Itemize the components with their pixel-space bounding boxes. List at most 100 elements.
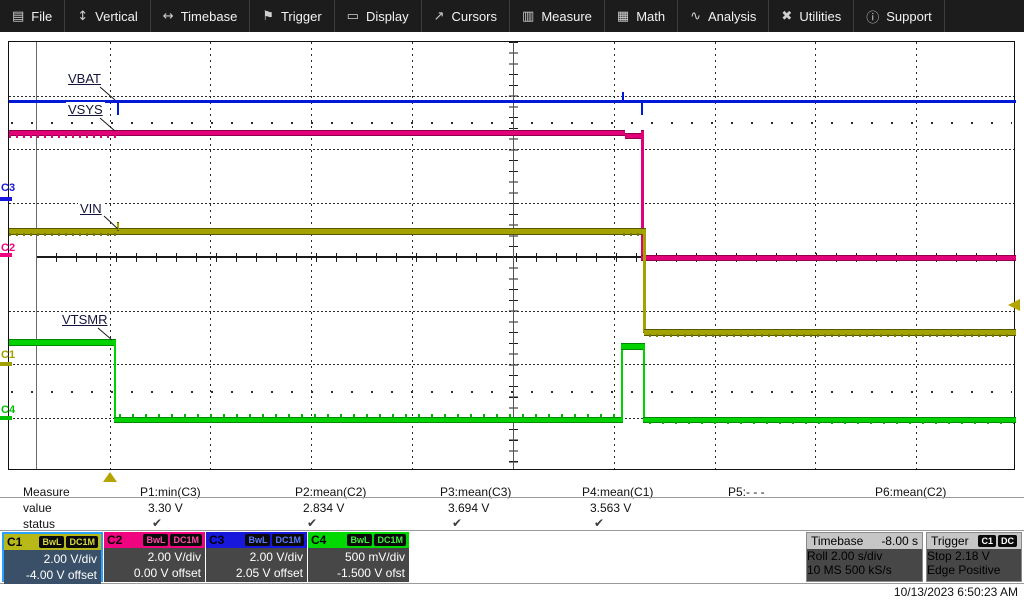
measure-p4-status: ✔	[594, 516, 604, 530]
measure-p1-status: ✔	[152, 516, 162, 530]
trigger-level-marker[interactable]	[1008, 299, 1020, 311]
channel-marker-label-c1: C1	[1, 349, 15, 361]
menu-bar: ▤ File ↕ Vertical ↔ Timebase ⚑ Trigger ▭ Disp…	[0, 0, 1024, 32]
analysis-icon: ∿	[690, 9, 701, 24]
measure-p3-status: ✔	[452, 516, 462, 530]
menu-item-utilities[interactable]: ✖Utilities	[769, 0, 854, 32]
center-vertical-axis	[513, 42, 514, 469]
menu-item-trigger[interactable]: ⚑ Trigger	[250, 0, 334, 32]
vertical-icon: ↕	[77, 9, 88, 24]
file-icon: ▤	[12, 9, 24, 24]
channel-offset-marker-c3[interactable]	[0, 197, 12, 201]
waveform-display-area: VBAT VSYS VIN VTSMR C3 C2 C1 C4	[0, 32, 1024, 482]
display-icon: ▭	[347, 9, 359, 24]
support-icon: ⓘ	[866, 7, 879, 26]
channel-offset: -1.500 V ofst	[312, 565, 405, 581]
menu-item-display[interactable]: ▭ Display	[335, 0, 422, 32]
channel-box-c1[interactable]: C1 BwL DC1M 2.00 V/div -4.00 V offset	[2, 532, 103, 582]
graticule	[8, 41, 1015, 470]
channel-box-c2[interactable]: C2 BwL DC1M 2.00 V/div 0.00 V offset	[104, 532, 205, 582]
measure-p2-value: 2.834 V	[303, 501, 344, 515]
menu-item-label: Utilities	[799, 9, 841, 24]
timebase-icon: ↔	[163, 9, 174, 24]
menu-item-cursors[interactable]: ↗Cursors	[422, 0, 510, 32]
menu-item-label: Display	[366, 9, 409, 24]
menu-item-file[interactable]: ▤ File	[0, 0, 65, 32]
menu-item-label: Vertical	[95, 9, 138, 24]
timebase-position: -8.00 s	[881, 534, 918, 548]
channel-offset-marker-c1[interactable]	[0, 362, 12, 366]
measure-p1-value: 3.30 V	[148, 501, 183, 515]
cursor-line[interactable]	[36, 42, 37, 469]
channel-scale: 500 mV/div	[312, 549, 405, 565]
bandwidth-limit-badge: BwL	[347, 534, 372, 546]
menu-item-label: Timebase	[181, 9, 238, 24]
trace-vsys-noise	[9, 135, 119, 138]
timebase-sample-rate: 500 kS/s	[845, 563, 892, 577]
trigger-type: Edge	[927, 563, 955, 577]
bandwidth-limit-badge: BwL	[143, 534, 168, 546]
channel-scale: 2.00 V/div	[108, 549, 201, 565]
trigger-slope: Positive	[958, 563, 1000, 577]
menu-item-label: Math	[636, 9, 665, 24]
measure-p4-value: 3.563 V	[590, 501, 631, 515]
math-icon: ▦	[617, 9, 629, 24]
bandwidth-limit-badge: BwL	[39, 536, 64, 548]
trace-vtsmr-pulse2	[621, 343, 645, 350]
trace-vsys-low	[641, 255, 1016, 261]
menu-item-measure[interactable]: ▥Measure	[510, 0, 605, 32]
trace-label-vsys: VSYS	[66, 102, 105, 117]
channel-offset-marker-c2[interactable]	[0, 253, 12, 257]
menu-item-label: Trigger	[281, 9, 322, 24]
trace-vtsmr-pulse1	[9, 339, 116, 346]
menu-item-timebase[interactable]: ↔ Timebase	[151, 0, 251, 32]
channel-box-c3[interactable]: C3 BwL DC1M 2.00 V/div 2.05 V offset	[206, 532, 307, 582]
channel-offset: 0.00 V offset	[108, 565, 201, 581]
timebase-box[interactable]: Timebase -8.00 s Roll 2.00 s/div 10 MS 5…	[806, 532, 923, 582]
channel-offset: 2.05 V offset	[210, 565, 303, 581]
menu-item-vertical[interactable]: ↕ Vertical	[65, 0, 151, 32]
channel-id: C2	[107, 533, 122, 547]
trigger-icon: ⚑	[262, 9, 274, 24]
menu-item-label: Support	[886, 9, 932, 24]
menu-item-label: Measure	[541, 9, 592, 24]
bandwidth-limit-badge: BwL	[245, 534, 270, 546]
trace-vtsmr-edge	[643, 343, 645, 423]
cursors-icon: ↗	[434, 9, 445, 24]
channel-box-c4[interactable]: C4 BwL DC1M 500 mV/div -1.500 V ofst	[308, 532, 409, 582]
footer-separator-line	[0, 583, 1024, 584]
channel-scale: 2.00 V/div	[8, 551, 97, 567]
menu-item-support[interactable]: ⓘ Support	[854, 0, 945, 32]
trace-vbat	[9, 100, 1016, 103]
trigger-box[interactable]: Trigger C1 DC Stop 2.18 V Edge Positive	[926, 532, 1022, 582]
coupling-badge: DC1M	[66, 536, 98, 548]
coupling-badge: DC1M	[170, 534, 202, 546]
measure-row-header: value	[23, 501, 52, 515]
trigger-mode: Stop	[927, 549, 952, 563]
menu-item-analysis[interactable]: ∿ Analysis	[678, 0, 769, 32]
menu-item-math[interactable]: ▦ Math	[605, 0, 678, 32]
channel-offset-marker-c4[interactable]	[0, 416, 12, 420]
trace-vtsmr-noise	[119, 414, 619, 417]
channel-id: C1	[7, 535, 22, 549]
menu-item-label: File	[31, 9, 52, 24]
trace-vtsmr-edge	[621, 343, 623, 423]
channel-offset: -4.00 V offset	[8, 567, 97, 583]
measure-separator-line	[0, 497, 1024, 498]
timebase-mode: Roll	[807, 549, 828, 563]
timebase-record-length: 10 MS	[807, 563, 842, 577]
channel-id: C4	[311, 533, 326, 547]
trace-label-vtsmr: VTSMR	[60, 312, 110, 327]
trace-vbat-notch	[622, 92, 624, 101]
menu-item-label: Analysis	[708, 9, 756, 24]
channel-id: C3	[209, 533, 224, 547]
trace-vtsmr-edge	[114, 339, 116, 422]
descriptor-separator-line	[0, 530, 1024, 531]
coupling-badge: DC1M	[374, 534, 406, 546]
trace-label-vin: VIN	[78, 201, 104, 216]
oscilloscope-screen: ▤ File ↕ Vertical ↔ Timebase ⚑ Trigger ▭ Disp…	[0, 0, 1024, 600]
trigger-source-badge: C1	[978, 535, 996, 547]
trigger-position-marker[interactable]	[103, 472, 117, 482]
timebase-scale: 2.00 s/div	[831, 549, 882, 563]
measure-p2-status: ✔	[307, 516, 317, 530]
